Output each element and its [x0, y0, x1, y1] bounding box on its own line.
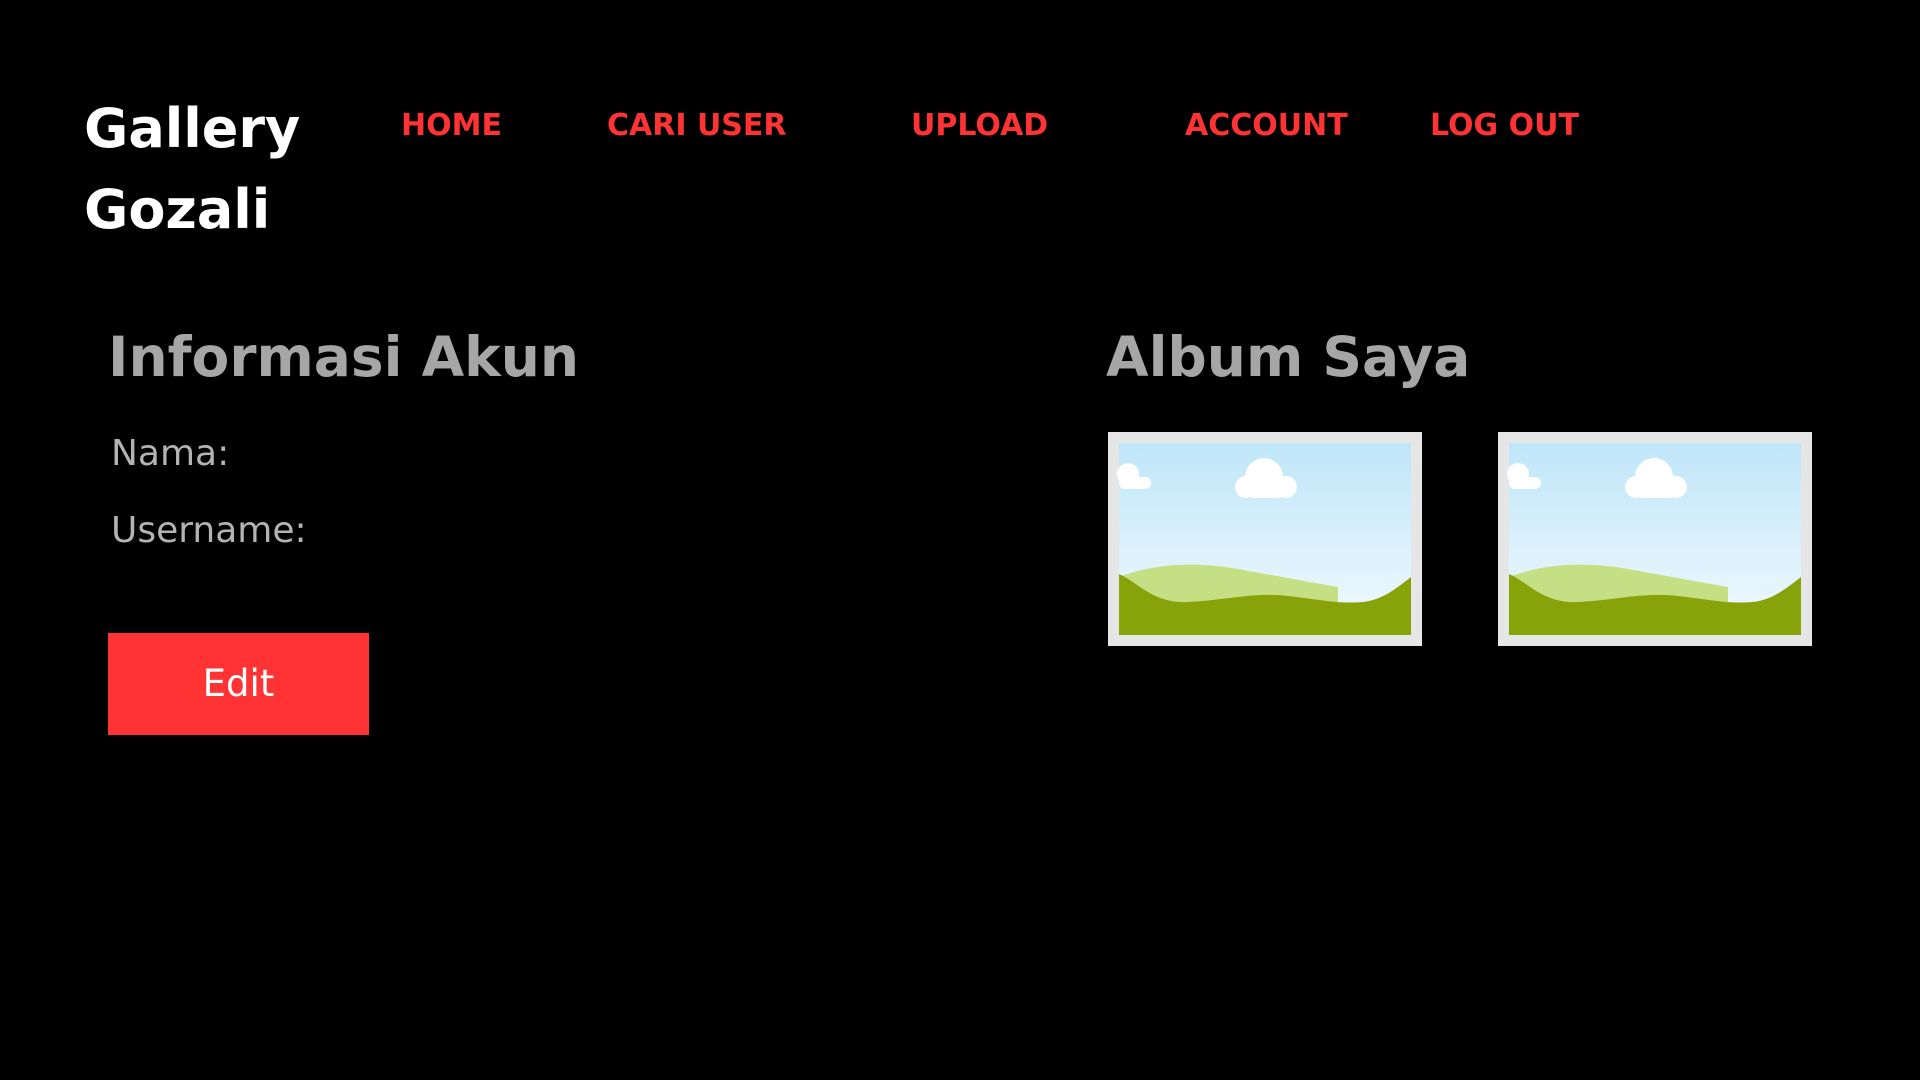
image-placeholder-icon — [1108, 432, 1422, 646]
image-placeholder-icon — [1498, 432, 1812, 646]
brand-line-2: Gozali — [84, 178, 271, 241]
album-thumbnail[interactable] — [1108, 432, 1422, 646]
nav-account-link[interactable]: ACCOUNT — [1185, 104, 1348, 148]
nav-upload-link[interactable]: UPLOAD — [911, 104, 1048, 148]
page: Gallery Gozali HOME CARI USER UPLOAD ACC… — [0, 0, 1920, 1080]
nav-cari-user-link[interactable]: CARI USER — [607, 104, 787, 148]
edit-button[interactable]: Edit — [108, 633, 369, 735]
album-title: Album Saya — [1106, 325, 1471, 389]
album-thumbnail[interactable] — [1498, 432, 1812, 646]
main-nav: HOME CARI USER UPLOAD ACCOUNT LOG OUT — [0, 104, 1920, 148]
nav-home-link[interactable]: HOME — [401, 104, 502, 148]
username-label: Username: — [111, 510, 307, 551]
nav-logout-link[interactable]: LOG OUT — [1430, 104, 1579, 148]
nama-label: Nama: — [111, 433, 230, 474]
account-info-title: Informasi Akun — [108, 325, 580, 389]
